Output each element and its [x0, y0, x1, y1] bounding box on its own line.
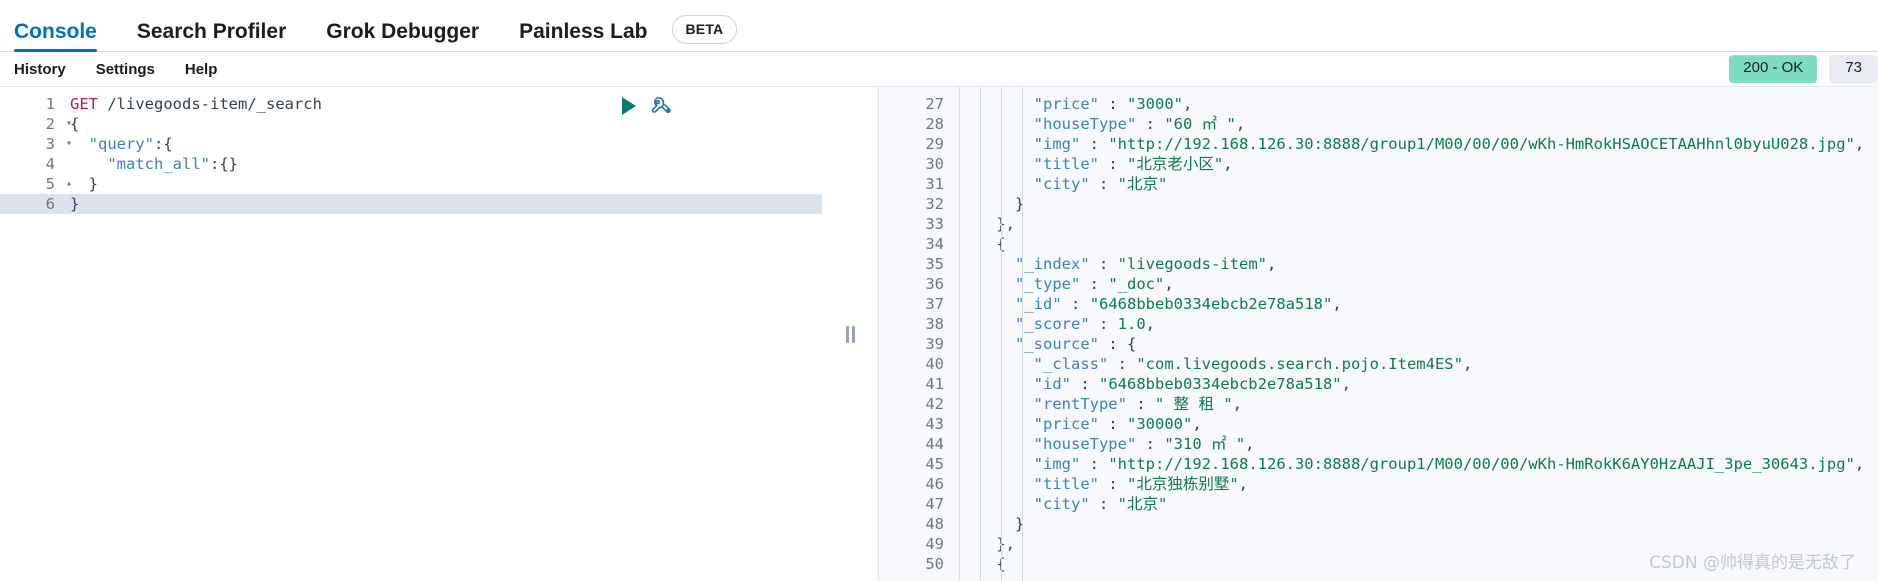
line-number: 36 [925, 275, 944, 293]
line-number: 2 ▾ [45, 115, 72, 133]
primary-tab-bar: Console Search Profiler Grok Debugger Pa… [0, 0, 1878, 52]
line-number: 50▾ [879, 554, 961, 574]
line-number: 28 [925, 115, 944, 133]
subnav-help-label: Help [184, 60, 218, 78]
line-number: 5 ▴ [45, 175, 72, 193]
line-number: 33▴ [879, 214, 961, 234]
code-line[interactable]: GET /livegoods-item/_search [62, 94, 822, 114]
tab-search-profiler-label: Search Profiler [136, 20, 287, 43]
line-number: 34▾ [879, 234, 961, 254]
code-line[interactable]: "id" : "6468bbeb0334ebcb2e78a518", [951, 374, 1878, 394]
subnav-settings-label: Settings [95, 60, 155, 78]
code-line[interactable]: } [62, 174, 822, 194]
code-line[interactable]: "img" : "http://192.168.126.30:8888/grou… [951, 454, 1878, 474]
line-number: 1 [45, 95, 55, 113]
request-actions [622, 95, 672, 117]
code-line[interactable]: "query":{ [62, 134, 822, 154]
line-number: 44 [925, 435, 944, 453]
subnav-item-settings[interactable]: Settings [96, 61, 155, 78]
subnav-item-help[interactable]: Help [185, 61, 218, 78]
line-number: 43 [925, 415, 944, 433]
line-number: 32▴ [879, 194, 961, 214]
request-code-area[interactable]: GET /livegoods-item/_search{ "query":{ "… [62, 87, 822, 581]
code-line[interactable]: "_type" : "_doc", [951, 274, 1878, 294]
beta-badge: BETA [671, 15, 738, 44]
line-number: 40 [925, 355, 944, 373]
code-line[interactable]: } [951, 194, 1878, 214]
response-viewer-pane[interactable]: 27 28 29 30 3132▴33▴34▾35 36 37 3839▾40 41 42 43 44… [878, 87, 1878, 581]
code-line[interactable]: { [951, 234, 1878, 254]
tab-grok-debugger[interactable]: Grok Debugger [326, 21, 479, 51]
code-line[interactable]: "city" : "北京" [951, 494, 1878, 514]
csdn-watermark: CSDN @帅得真的是无敌了 [1649, 553, 1856, 573]
code-line[interactable]: "_score" : 1.0, [951, 314, 1878, 334]
console-subnav: History Settings Help 200 - OK 73 [0, 52, 1878, 86]
kibana-dev-tools-console: Console Search Profiler Grok Debugger Pa… [0, 0, 1878, 581]
code-line[interactable]: "city" : "北京" [951, 174, 1878, 194]
console-panes: 1 2▾ 3▾ 4 5▴6▴ GET /livegoods-item/_search{ … [0, 86, 1878, 581]
line-number: 3 ▾ [45, 135, 72, 153]
code-line[interactable]: "houseType" : "310 ㎡ ", [951, 434, 1878, 454]
code-line[interactable]: "rentType" : " 整 租 ", [951, 394, 1878, 414]
status-badge-response-code: 200 - OK [1729, 55, 1818, 83]
line-number: 45 [925, 455, 944, 473]
tab-painless-lab-label: Painless Lab [519, 20, 648, 43]
tab-console-label: Console [14, 20, 97, 43]
line-number: 27 [925, 95, 944, 113]
response-editor: 27 28 29 30 3132▴33▴34▾35 36 37 3839▾40 41 42 43 44… [879, 87, 1878, 581]
tab-search-profiler[interactable]: Search Profiler [137, 21, 286, 51]
response-status-area: 200 - OK 73 [1729, 55, 1878, 83]
code-line[interactable]: "_index" : "livegoods-item", [951, 254, 1878, 274]
line-number: 4 [45, 155, 55, 173]
code-line[interactable]: { [62, 114, 822, 134]
line-number: 46 [925, 475, 944, 493]
pane-resize-divider[interactable] [822, 87, 878, 581]
line-number: 37 [925, 295, 944, 313]
code-line[interactable]: "_source" : { [951, 334, 1878, 354]
tab-console[interactable]: Console [14, 20, 97, 52]
tab-grok-debugger-label: Grok Debugger [326, 20, 480, 43]
line-number: 48▴ [879, 514, 961, 534]
line-number: 38 [925, 315, 944, 333]
response-line-gutter: 27 28 29 30 3132▴33▴34▾35 36 37 3839▾40 41 42 43 44… [879, 87, 961, 581]
code-line[interactable]: "title" : "北京老小区", [951, 154, 1878, 174]
code-line[interactable]: "price" : "30000", [951, 414, 1878, 434]
line-number: 41 [925, 375, 944, 393]
status-badge-elapsed-ms: 73 [1829, 55, 1878, 83]
response-code-area[interactable]: "price" : "3000", "houseType" : "60 ㎡ ",… [951, 87, 1878, 581]
request-editor[interactable]: 1 2▾ 3▾ 4 5▴6▴ GET /livegoods-item/_search{ … [0, 87, 822, 581]
line-number: 49▴ [879, 534, 961, 554]
code-line[interactable]: "img" : "http://192.168.126.30:8888/grou… [951, 134, 1878, 154]
line-number: 47 [925, 495, 944, 513]
code-line[interactable]: "_id" : "6468bbeb0334ebcb2e78a518", [951, 294, 1878, 314]
play-icon[interactable] [622, 97, 636, 115]
tab-painless-lab[interactable]: Painless Lab [519, 21, 647, 51]
code-line[interactable]: "title" : "北京独栋别墅", [951, 474, 1878, 494]
code-line[interactable]: "price" : "3000", [951, 94, 1878, 114]
line-number: 39▾ [879, 334, 961, 354]
code-line[interactable]: "_class" : "com.livegoods.search.pojo.It… [951, 354, 1878, 374]
subnav-item-history[interactable]: History [14, 61, 66, 78]
line-number: 35 [925, 255, 944, 273]
code-line[interactable]: "match_all":{} [62, 154, 822, 174]
line-number: 30 [925, 155, 944, 173]
line-number: 31 [925, 175, 944, 193]
resize-grip-handle[interactable] [845, 325, 855, 343]
line-number: 42 [925, 395, 944, 413]
code-line[interactable]: } [62, 194, 822, 214]
request-editor-pane[interactable]: 1 2▾ 3▾ 4 5▴6▴ GET /livegoods-item/_search{ … [0, 87, 822, 581]
line-number: 6▴ [0, 194, 72, 214]
code-line[interactable]: "houseType" : "60 ㎡ ", [951, 114, 1878, 134]
request-line-gutter: 1 2▾ 3▾ 4 5▴6▴ [0, 87, 72, 581]
code-line[interactable]: } [951, 514, 1878, 534]
line-number: 29 [925, 135, 944, 153]
wrench-icon[interactable] [650, 95, 672, 117]
code-line[interactable]: }, [951, 214, 1878, 234]
subnav-history-label: History [14, 60, 66, 78]
